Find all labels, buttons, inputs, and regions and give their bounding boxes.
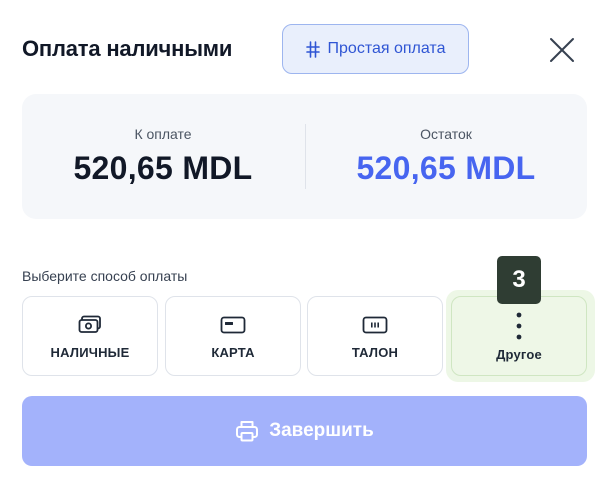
printer-icon — [236, 421, 259, 442]
payment-method-cash[interactable]: НАЛИЧНЫЕ — [22, 296, 158, 376]
close-icon[interactable] — [548, 36, 576, 64]
step-number-badge: 3 — [497, 256, 541, 304]
simple-payment-button[interactable]: Простая оплата — [282, 24, 469, 74]
to-pay-block: К оплате 520,65 MDL — [22, 94, 304, 219]
payment-method-other-label: Другое — [496, 347, 542, 362]
card-icon — [220, 316, 246, 334]
finish-button[interactable]: Завершить — [22, 396, 587, 466]
dialog-title: Оплата наличными — [22, 36, 233, 61]
remaining-label: Остаток — [420, 126, 472, 142]
finish-button-label: Завершить — [269, 420, 374, 441]
payment-method-cash-label: НАЛИЧНЫЕ — [50, 345, 130, 360]
payment-method-card[interactable]: КАРТА — [165, 296, 301, 376]
to-pay-amount: 520,65 MDL — [73, 150, 253, 186]
payment-method-card-label: КАРТА — [211, 345, 255, 360]
simple-payment-label: Простая оплата — [327, 40, 446, 57]
payment-method-label: Выберите способ оплаты — [22, 268, 188, 284]
remaining-amount: 520,65 MDL — [356, 150, 536, 186]
remaining-block: Остаток 520,65 MDL — [305, 94, 587, 219]
payment-summary: К оплате 520,65 MDL Остаток 520,65 MDL — [22, 94, 587, 219]
dialog-header: Оплата наличными Простая оплата — [22, 24, 587, 74]
payment-method-voucher-label: ТАЛОН — [351, 345, 399, 360]
payment-method-other[interactable]: Другое — [451, 296, 587, 376]
more-vertical-icon — [516, 312, 522, 340]
sliders-icon — [305, 40, 320, 58]
cash-icon — [78, 315, 101, 333]
voucher-icon — [362, 316, 388, 334]
to-pay-label: К оплате — [134, 126, 192, 142]
payment-method-voucher[interactable]: ТАЛОН — [307, 296, 443, 376]
